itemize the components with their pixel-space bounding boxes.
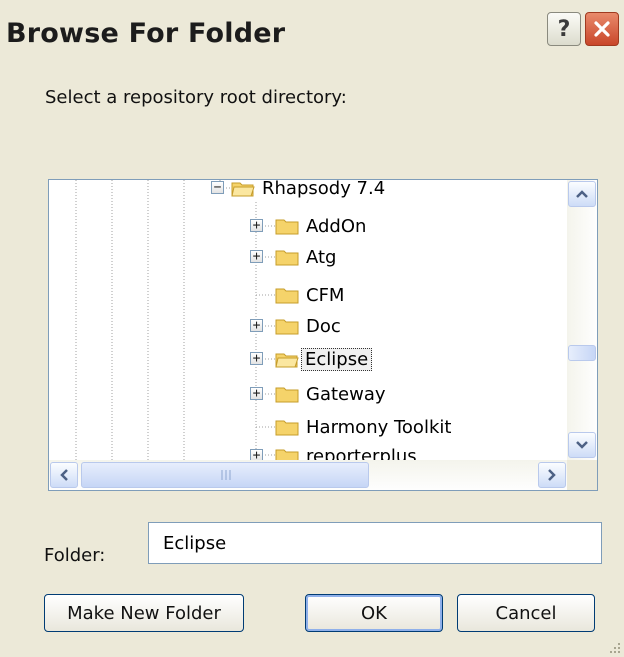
close-icon <box>594 21 610 37</box>
folder-tree[interactable]: − Rhapsody 7.4 + AddOn + Atg CFM + Doc +… <box>48 179 598 491</box>
folder-input[interactable] <box>148 522 602 564</box>
tree-item-cfm[interactable]: CFM <box>49 281 529 309</box>
tree-item-label: Rhapsody 7.4 <box>262 179 386 199</box>
prompt-text: Select a repository root directory: <box>45 87 347 108</box>
chevron-left-icon <box>60 469 68 481</box>
tree-item-label: CFM <box>306 284 345 306</box>
help-button[interactable]: ? <box>547 12 581 46</box>
tree-item-doc[interactable]: + Doc <box>49 312 529 340</box>
tree-item-harmony-toolkit[interactable]: Harmony Toolkit <box>49 413 529 441</box>
resize-grip-icon[interactable] <box>606 639 622 655</box>
expand-icon[interactable]: + <box>250 319 263 332</box>
title-bar[interactable]: Browse For Folder ? <box>0 0 624 60</box>
tree-item-label: Harmony Toolkit <box>306 416 452 438</box>
horizontal-scroll-thumb[interactable] <box>81 462 369 488</box>
expand-icon[interactable]: + <box>250 250 263 263</box>
browse-for-folder-dialog: Browse For Folder ? Select a repository … <box>0 0 624 657</box>
tree-item-label: Doc <box>306 315 341 337</box>
expand-icon[interactable]: + <box>250 352 263 365</box>
dialog-title: Browse For Folder <box>6 18 286 49</box>
tree-item-label: AddOn <box>306 215 367 237</box>
folder-icon <box>275 387 299 403</box>
folder-open-icon <box>275 353 299 368</box>
tree-item-label: Atg <box>306 246 337 268</box>
tree-item-gateway[interactable]: + Gateway <box>49 380 529 408</box>
expand-icon[interactable]: + <box>250 219 263 232</box>
vertical-scrollbar[interactable] <box>567 180 597 460</box>
chevron-down-icon <box>576 441 588 449</box>
scroll-down-button[interactable] <box>568 432 596 458</box>
tree-item-rhapsody[interactable]: − Rhapsody 7.4 <box>49 179 529 202</box>
cancel-button[interactable]: Cancel <box>457 594 595 632</box>
collapse-icon[interactable]: − <box>211 181 224 194</box>
folder-icon <box>275 219 299 235</box>
scroll-right-button[interactable] <box>538 462 566 488</box>
expand-icon[interactable]: + <box>250 387 263 400</box>
folder-field-label: Folder: <box>44 545 106 566</box>
tree-item-eclipse[interactable]: + Eclipse <box>49 345 529 373</box>
make-new-folder-button[interactable]: Make New Folder <box>44 594 244 632</box>
vertical-scroll-thumb[interactable] <box>568 345 596 361</box>
chevron-up-icon <box>576 190 588 198</box>
scroll-left-button[interactable] <box>50 462 78 488</box>
scrollbar-corner <box>567 460 597 490</box>
grip-icon <box>221 470 231 480</box>
folder-icon <box>275 250 299 266</box>
folder-open-icon <box>231 182 255 197</box>
tree-item-atg[interactable]: + Atg <box>49 243 529 271</box>
close-button[interactable] <box>585 12 619 46</box>
horizontal-scrollbar[interactable] <box>49 460 569 490</box>
chevron-right-icon <box>548 469 556 481</box>
tree-item-addon[interactable]: + AddOn <box>49 212 529 240</box>
tree-item-label-selected: Eclipse <box>301 347 373 371</box>
folder-icon <box>275 420 299 436</box>
folder-icon <box>275 319 299 335</box>
help-icon: ? <box>557 16 571 42</box>
tree-item-label: Gateway <box>306 383 386 405</box>
scroll-up-button[interactable] <box>568 181 596 207</box>
folder-icon <box>275 288 299 304</box>
ok-button[interactable]: OK <box>305 594 443 632</box>
